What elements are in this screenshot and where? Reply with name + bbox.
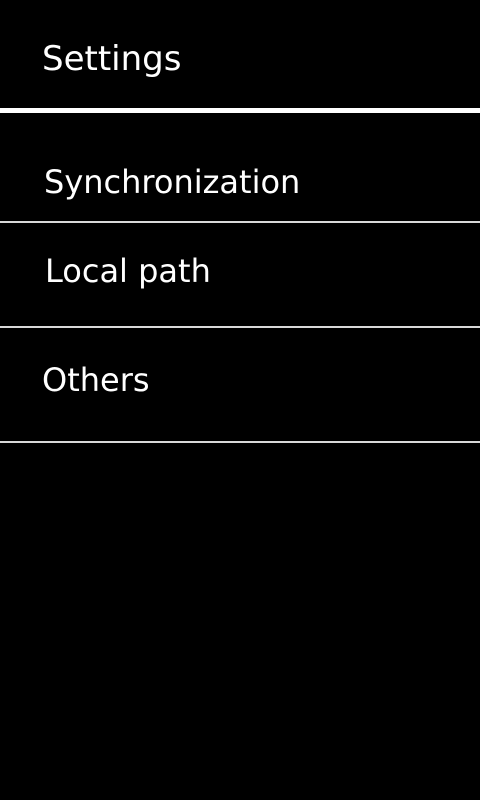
settings-item-local-path[interactable]: Local path bbox=[0, 223, 480, 328]
header: Settings bbox=[0, 0, 480, 108]
settings-item-label: Local path bbox=[45, 252, 211, 290]
settings-item-others[interactable]: Others bbox=[0, 328, 480, 443]
settings-item-label: Synchronization bbox=[44, 163, 301, 201]
settings-item-label: Others bbox=[42, 361, 150, 399]
settings-item-synchronization[interactable]: Synchronization bbox=[0, 113, 480, 223]
page-title: Settings bbox=[42, 39, 182, 79]
item-divider bbox=[0, 441, 480, 443]
settings-screen: Settings Synchronization Local path Othe… bbox=[0, 0, 480, 800]
